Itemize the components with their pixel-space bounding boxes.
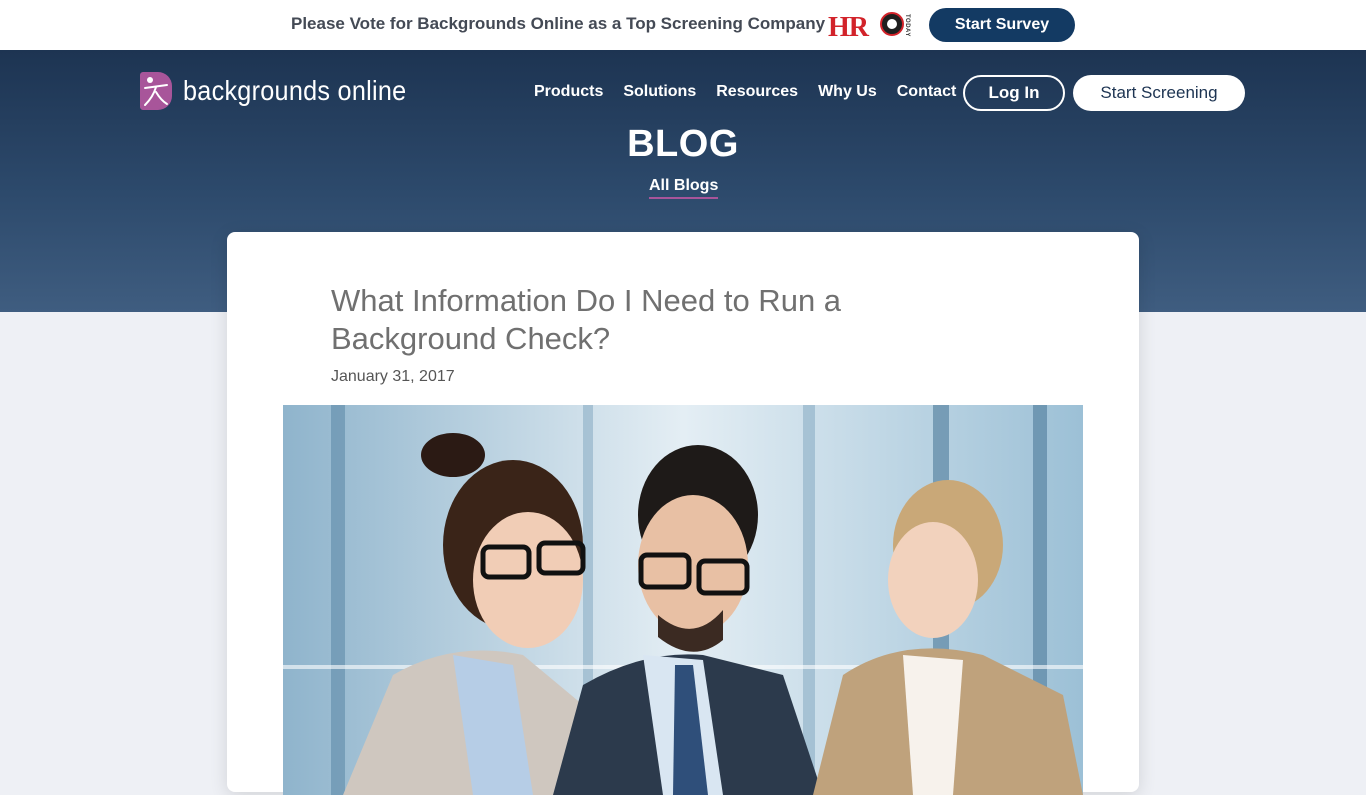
office-team-photo-icon	[283, 405, 1083, 795]
start-screening-button[interactable]: Start Screening	[1073, 75, 1245, 111]
all-blogs-link[interactable]: All Blogs	[649, 177, 719, 199]
nav-products[interactable]: Products	[534, 83, 603, 101]
nav-solutions[interactable]: Solutions	[623, 83, 696, 101]
logo-text: backgrounds online	[183, 75, 407, 106]
hr-seal-icon	[880, 12, 904, 36]
nav-contact[interactable]: Contact	[897, 83, 957, 101]
hr-today-logo[interactable]: HR TODAY	[828, 10, 910, 43]
log-in-button[interactable]: Log In	[963, 75, 1065, 111]
announcement-bar: Please Vote for Backgrounds Online as a …	[0, 0, 1366, 50]
hr-logo-sub: TODAY	[904, 14, 910, 37]
hr-logo-letters: HR	[828, 12, 869, 43]
announcement-text: Please Vote for Backgrounds Online as a …	[291, 14, 826, 33]
article-card: What Information Do I Need to Run a Back…	[227, 232, 1139, 795]
site-logo[interactable]: backgrounds online	[140, 71, 431, 111]
start-survey-button[interactable]: Start Survey	[929, 8, 1075, 42]
article-title: What Information Do I Need to Run a Back…	[331, 283, 842, 356]
page-title: BLOG	[627, 123, 739, 165]
nav-resources[interactable]: Resources	[716, 83, 798, 101]
main-nav: Products Solutions Resources Why Us Cont…	[534, 83, 976, 101]
logo-mark-icon	[140, 72, 172, 110]
nav-why-us[interactable]: Why Us	[818, 83, 877, 101]
article-date: January 31, 2017	[331, 368, 455, 385]
